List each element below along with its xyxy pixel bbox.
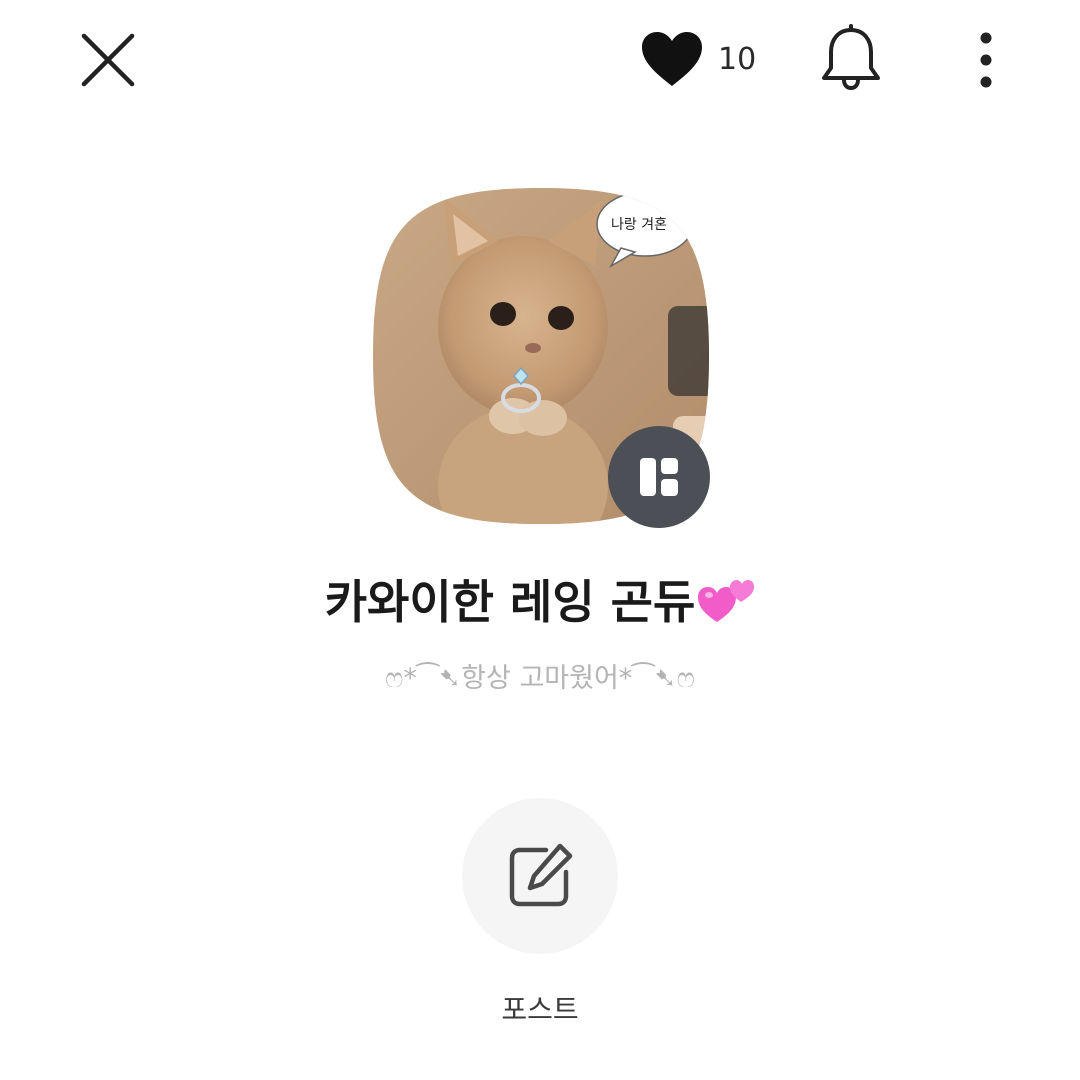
more-vertical-icon xyxy=(980,32,992,88)
like-count: 10 xyxy=(718,41,757,77)
profile-page: 10 나랑 겨혼 카와이한 레잉 곤듀 ෆ*⁀➷항상 고마웠어*⁀➷ෆ 포스트 xyxy=(0,0,1080,1080)
change-layout-button[interactable] xyxy=(608,426,710,528)
like-button[interactable]: 10 xyxy=(640,28,756,90)
avatar-bubble-text: 나랑 겨혼 xyxy=(611,217,667,233)
status-message: ෆ*⁀➷항상 고마웠어*⁀➷ෆ xyxy=(385,663,695,694)
close-button[interactable] xyxy=(78,30,138,90)
post-label: 포스트 xyxy=(501,993,579,1026)
edit-icon xyxy=(509,843,573,907)
close-icon xyxy=(81,33,135,87)
two-hearts-emoji xyxy=(698,580,755,622)
more-options-button[interactable] xyxy=(966,30,1006,92)
bell-icon xyxy=(822,24,880,91)
post-button[interactable] xyxy=(462,798,618,954)
heart-icon xyxy=(642,32,702,86)
layout-icon xyxy=(640,458,678,496)
notification-button[interactable] xyxy=(818,24,884,92)
profile-name-text: 카와이한 레잉 곤듀 xyxy=(324,575,696,629)
profile-name: 카와이한 레잉 곤듀 xyxy=(0,566,1080,632)
